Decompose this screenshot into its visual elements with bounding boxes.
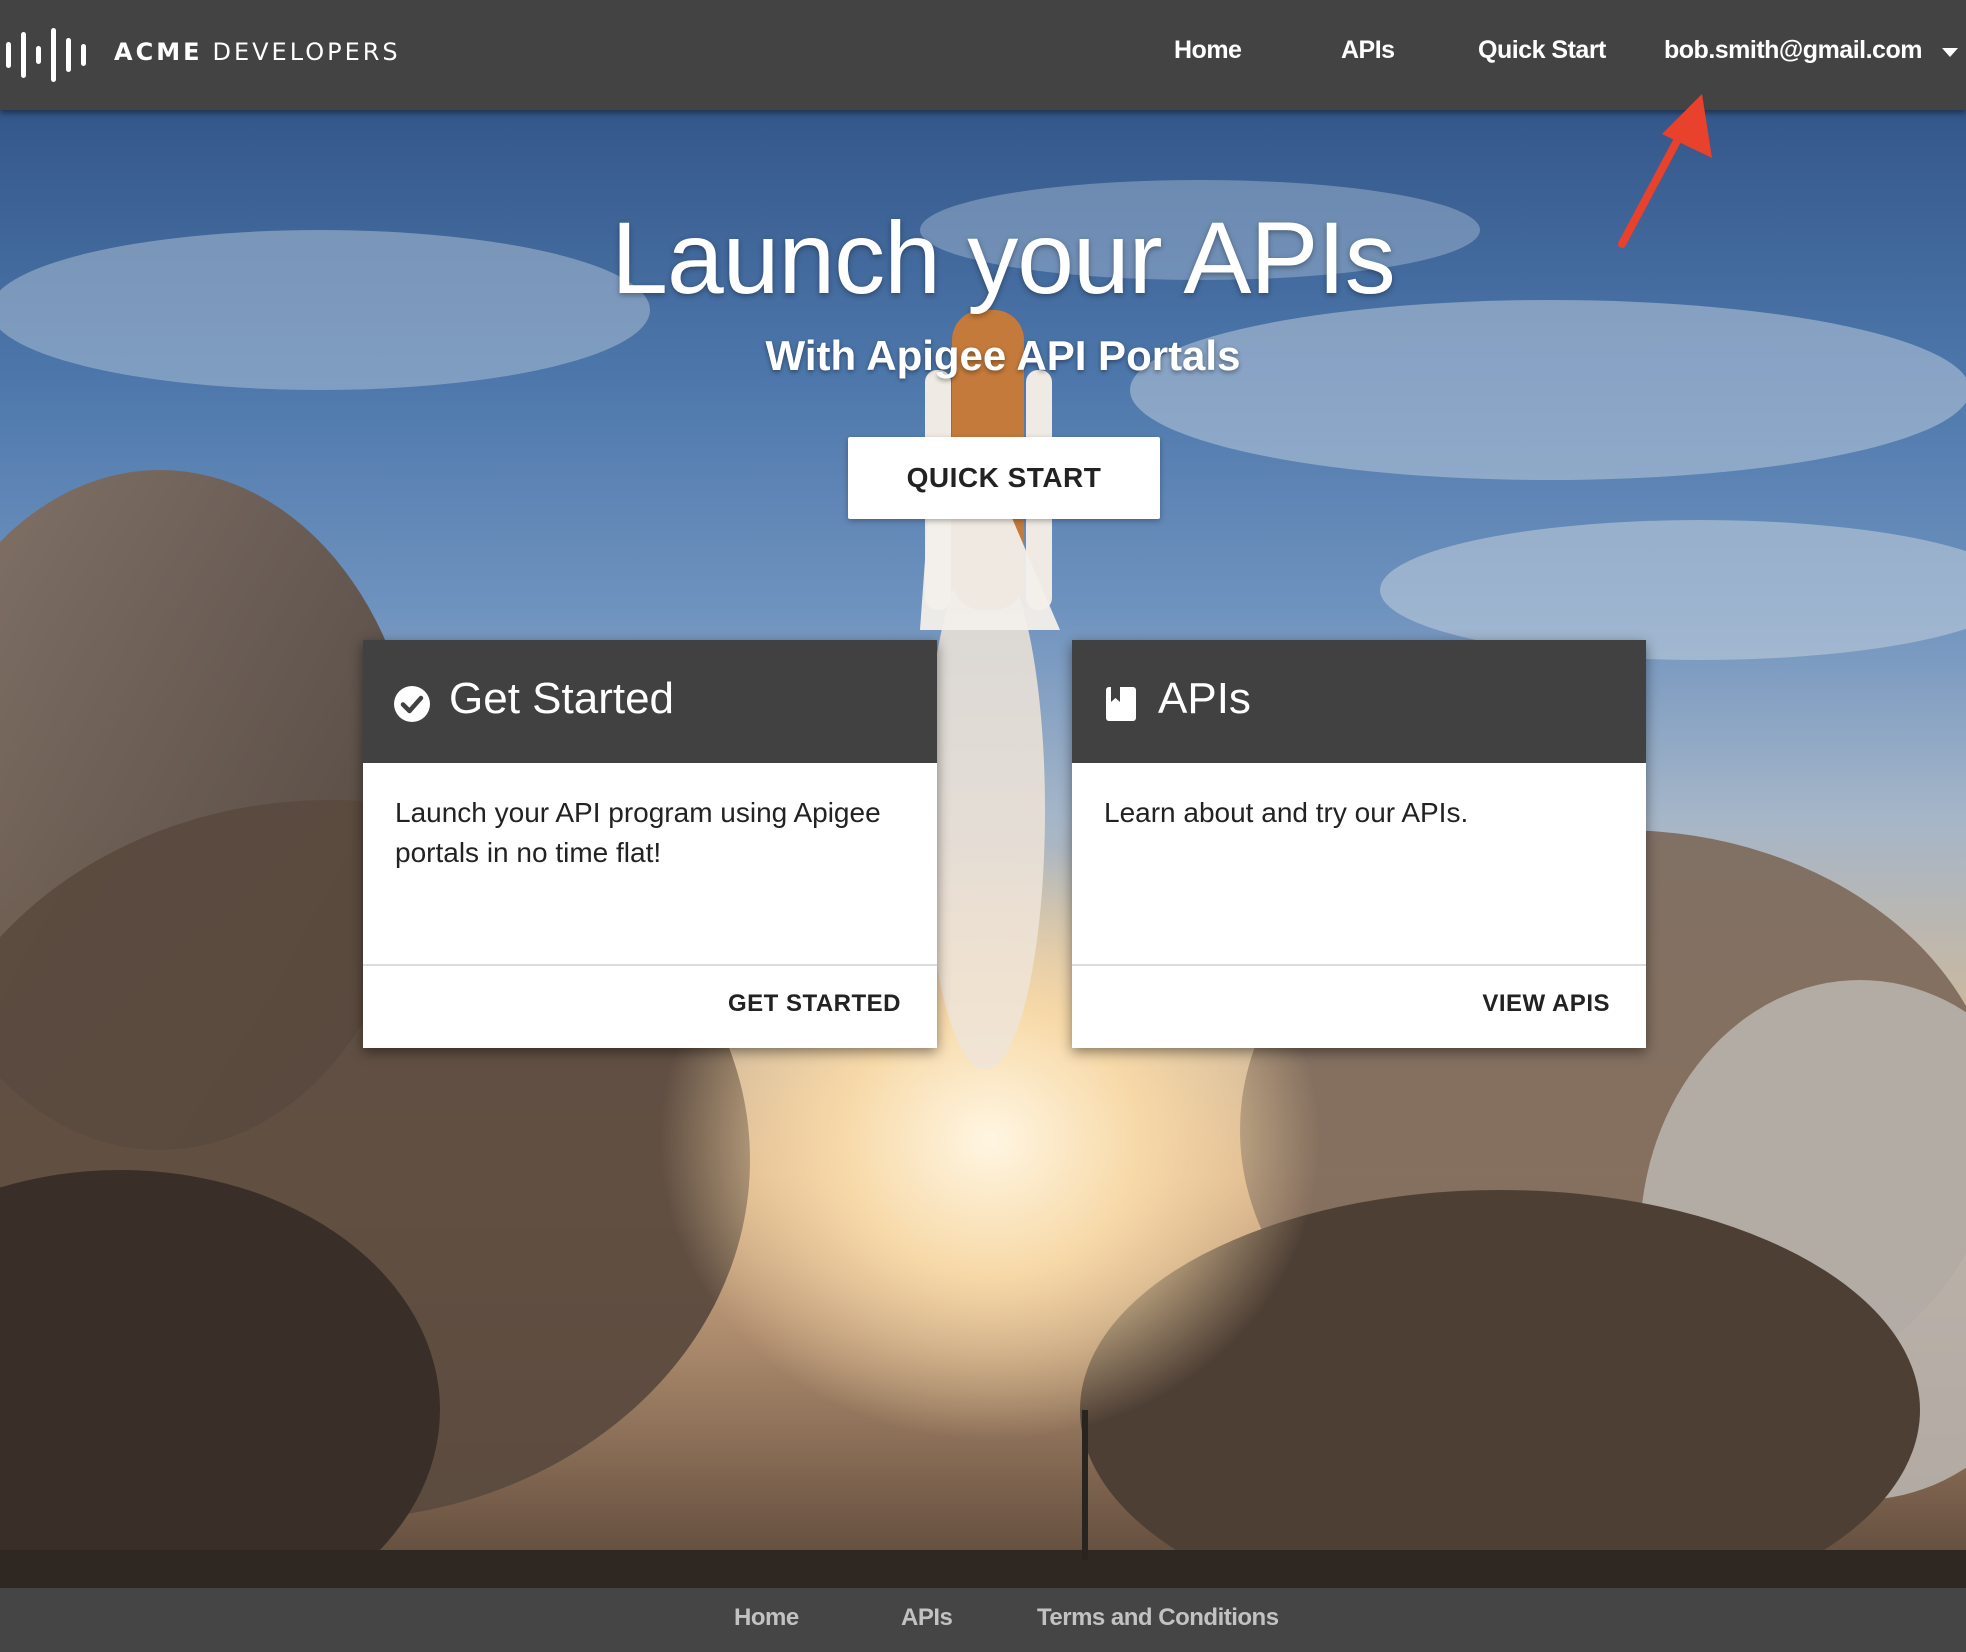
brand-secondary: DEVELOPERS: [212, 38, 401, 66]
brand-primary: ACME: [114, 38, 203, 66]
footer-terms-link[interactable]: Terms and Conditions: [1037, 1604, 1279, 1632]
nav-apis-link[interactable]: APIs: [1341, 36, 1395, 65]
footer-home-link[interactable]: Home: [734, 1604, 799, 1632]
view-apis-button[interactable]: VIEW APIS: [1482, 990, 1610, 1018]
user-menu-toggle[interactable]: bob.smith@gmail.com: [1664, 36, 1922, 65]
book-icon: [1106, 687, 1136, 721]
acme-logo-icon[interactable]: [4, 28, 88, 82]
get-started-button[interactable]: GET STARTED: [728, 990, 901, 1018]
hero-subtitle: With Apigee API Portals: [765, 332, 1241, 379]
check-circle-icon: [394, 686, 430, 722]
brand-name[interactable]: ACME DEVELOPERS: [114, 38, 401, 66]
nav-quick-start-link[interactable]: Quick Start: [1478, 36, 1606, 65]
card-title: APIs: [1158, 674, 1251, 723]
card-description: Learn about and try our APIs.: [1072, 763, 1646, 966]
annotation-arrow-icon: [1618, 94, 1712, 248]
card-title: Get Started: [449, 674, 675, 723]
card-footer: GET STARTED: [363, 966, 937, 1048]
card-footer: VIEW APIS: [1072, 966, 1646, 1048]
card-description: Launch your API program using Apigee por…: [363, 763, 937, 966]
footer-apis-link[interactable]: APIs: [901, 1604, 953, 1632]
card-header: Get Started: [363, 640, 937, 763]
nav-home-link[interactable]: Home: [1174, 36, 1242, 65]
footer: Home APIs Terms and Conditions: [0, 1588, 1966, 1652]
hero-section: Launch your APIs With Apigee API Portals…: [0, 110, 1966, 1588]
chevron-down-icon[interactable]: [1942, 48, 1958, 57]
get-started-card: Get Started Launch your API program usin…: [363, 640, 937, 1048]
apis-card: APIs Learn about and try our APIs. VIEW …: [1072, 640, 1646, 1048]
card-header: APIs: [1072, 640, 1646, 763]
quick-start-button[interactable]: QUICK START: [848, 437, 1160, 519]
